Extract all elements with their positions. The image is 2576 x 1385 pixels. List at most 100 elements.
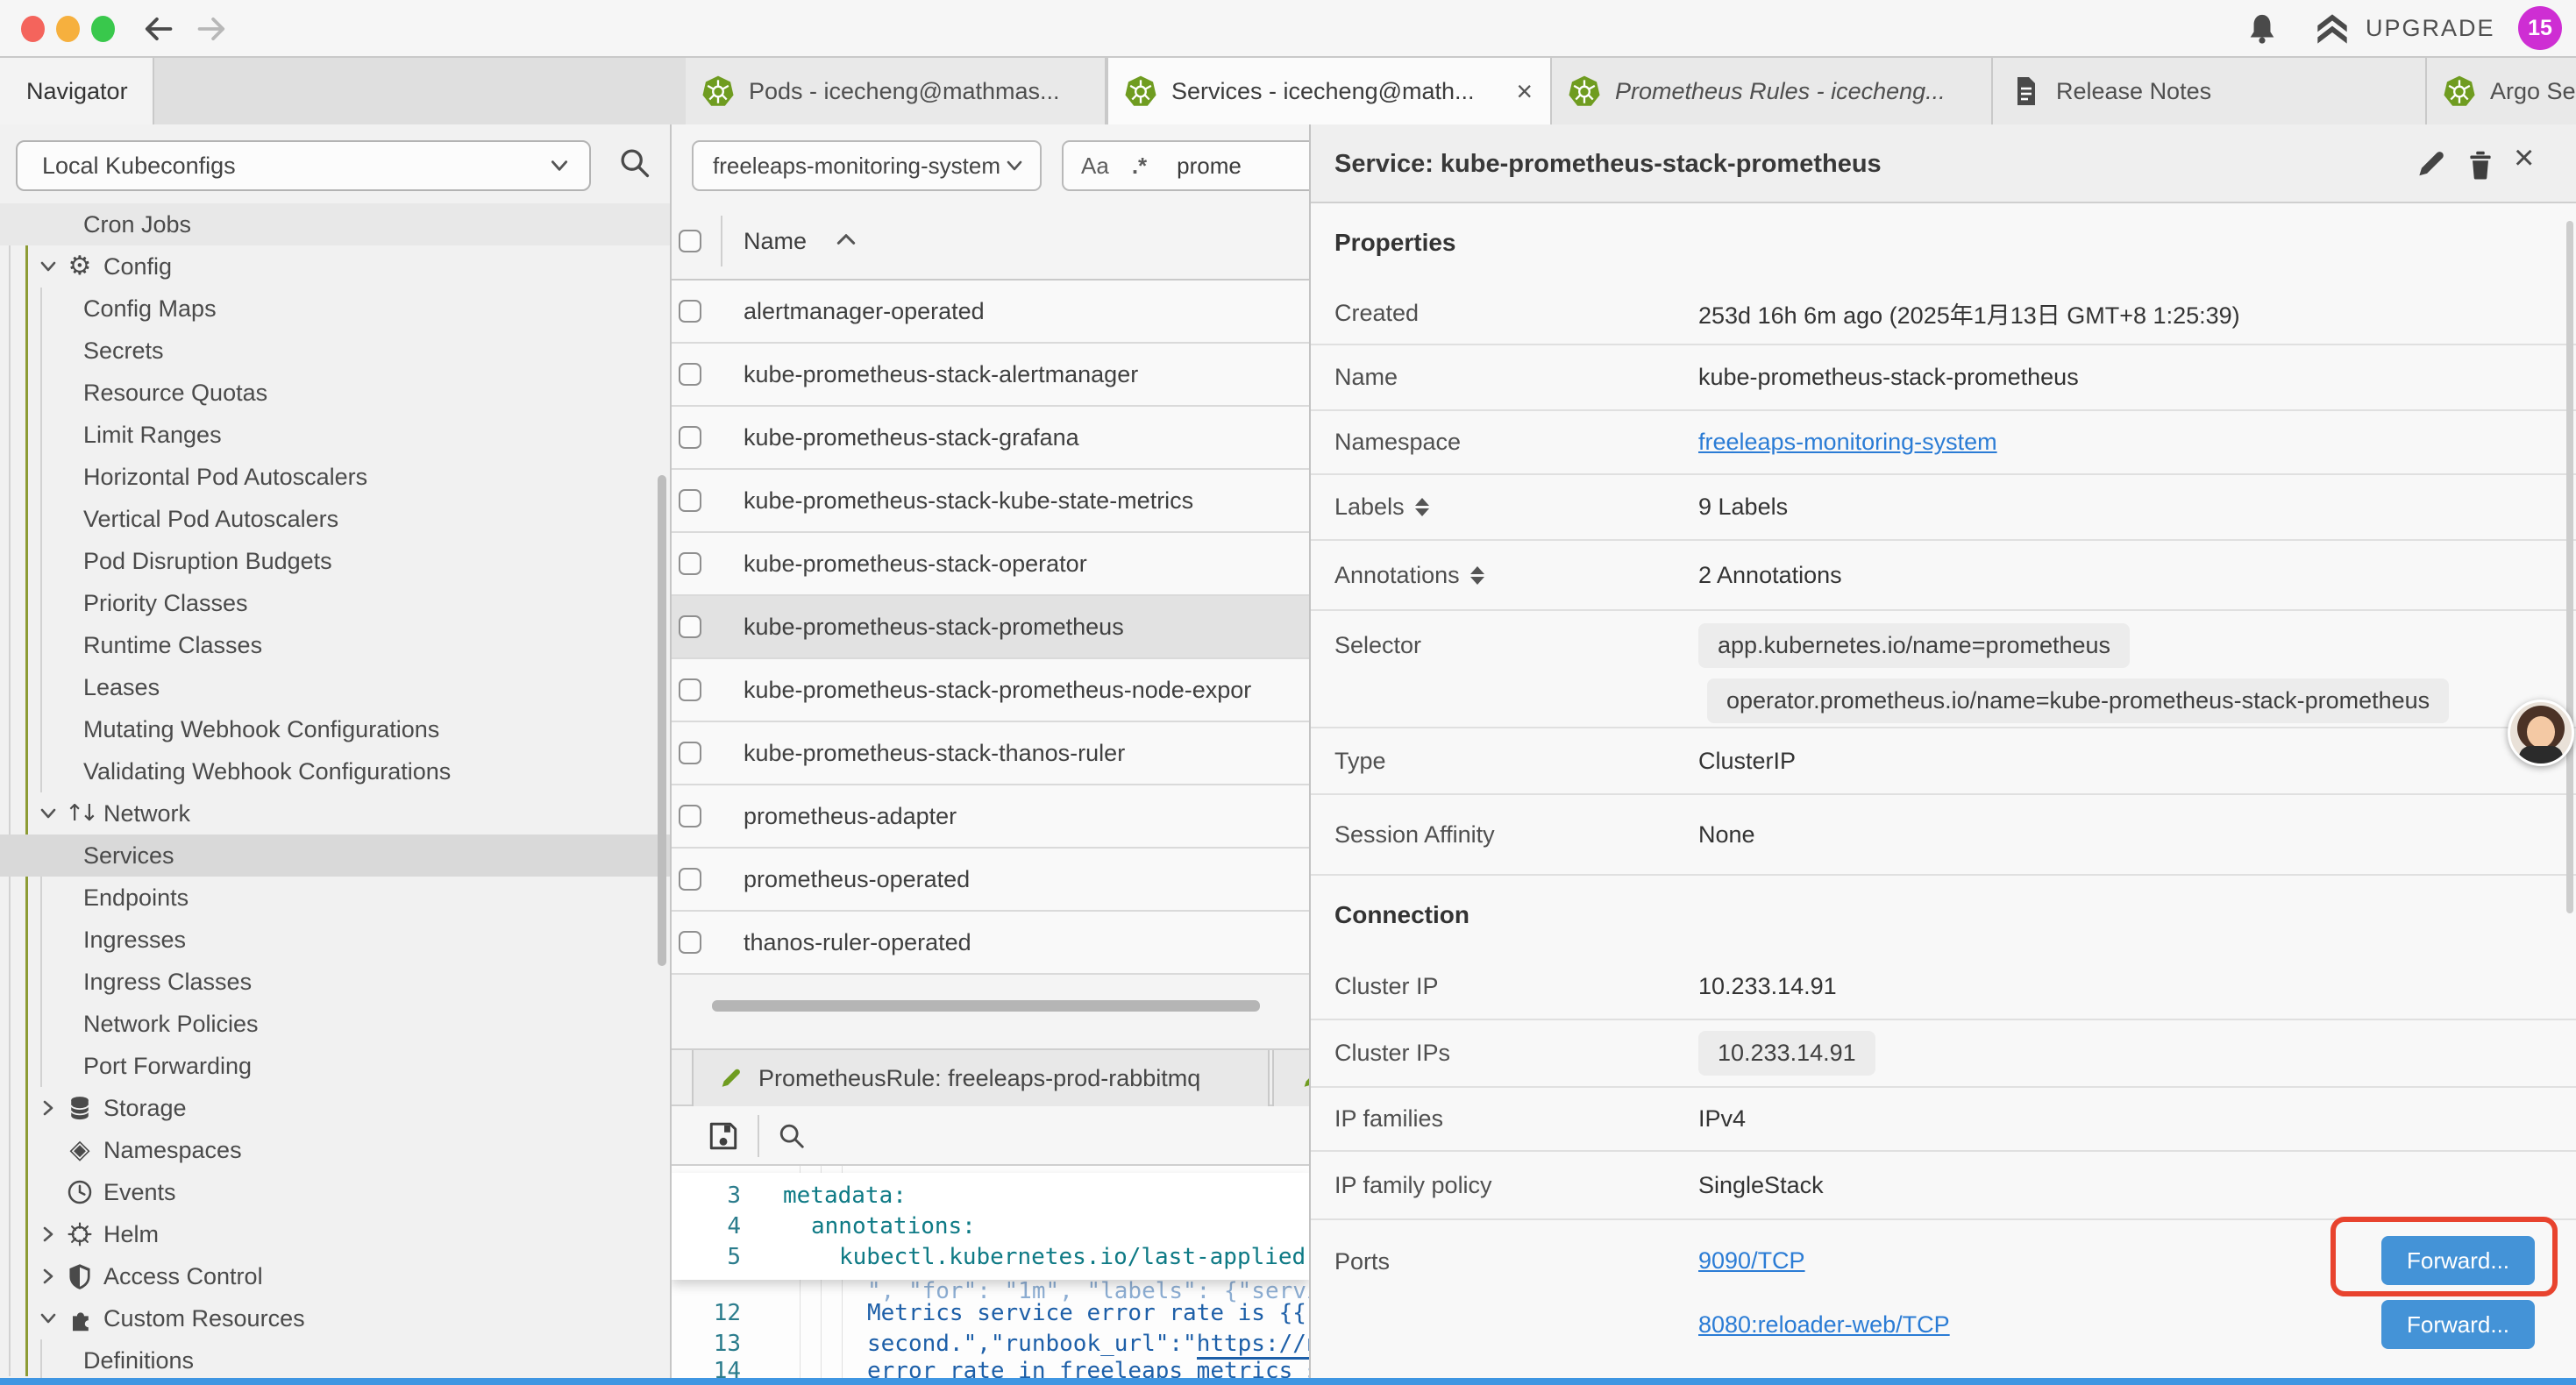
table-row[interactable]: kube-prometheus-stack-thanos-ruler [672, 722, 1309, 785]
editor-search-icon[interactable] [777, 1121, 807, 1151]
editor-tab-prometheusrule[interactable]: PrometheusRule: freeleaps-prod-rabbitmq [692, 1050, 1270, 1106]
row-checkbox[interactable] [679, 489, 701, 512]
sidebar-item-ingress-classes[interactable]: Ingress Classes [0, 961, 672, 1003]
column-header-name[interactable]: Name [744, 202, 807, 281]
back-arrow-icon[interactable] [140, 11, 175, 46]
sidebar-group-storage[interactable]: Storage [0, 1087, 672, 1129]
sidebar-group-access-control[interactable]: Access Control [0, 1255, 672, 1297]
detail-row-ip-families: IP families IPv4 [1311, 1088, 2576, 1152]
upgrade-button[interactable]: UPGRADE [2366, 0, 2495, 56]
sidebar-item-endpoints[interactable]: Endpoints [0, 877, 672, 919]
port-9090-link[interactable]: 9090/TCP [1698, 1247, 1805, 1275]
select-all-checkbox[interactable] [679, 230, 701, 252]
row-checkbox[interactable] [679, 678, 701, 701]
regex-toggle[interactable]: .* [1132, 153, 1147, 180]
row-checkbox[interactable] [679, 931, 701, 954]
port-8080-link[interactable]: 8080:reloader-web/TCP [1698, 1311, 1950, 1339]
close-tab-icon[interactable]: × [1516, 77, 1533, 105]
close-window-button[interactable] [21, 16, 45, 42]
sidebar-group-helm[interactable]: Helm [0, 1213, 672, 1255]
table-row-selected[interactable]: kube-prometheus-stack-prometheus [672, 596, 1309, 659]
sidebar-item-events[interactable]: Events [0, 1171, 672, 1213]
sidebar-item-namespaces[interactable]: ◈ Namespaces [0, 1129, 672, 1171]
sidebar-item-config-maps[interactable]: Config Maps [0, 288, 672, 330]
namespaces-diamond-icon: ◈ [65, 1135, 95, 1165]
forward-arrow-icon[interactable] [195, 11, 230, 46]
sidebar-scrollbar[interactable] [658, 475, 666, 966]
edit-pencil-icon[interactable] [2414, 147, 2447, 181]
horizontal-scrollbar[interactable] [712, 1000, 1260, 1012]
tab-argo[interactable]: Argo Se [2427, 58, 2576, 124]
delete-trash-icon[interactable] [2464, 147, 2497, 181]
sidebar-item-services-selected[interactable]: Services [0, 835, 672, 877]
tab-prometheus-rules[interactable]: Prometheus Rules - icecheng... [1552, 58, 1993, 124]
table-row[interactable]: kube-prometheus-stack-alertmanager [672, 344, 1309, 407]
sidebar-item-resource-quotas[interactable]: Resource Quotas [0, 372, 672, 414]
sidebar-group-custom-resources[interactable]: Custom Resources [0, 1297, 672, 1339]
maximize-window-button[interactable] [91, 16, 115, 42]
sort-ascending-icon[interactable] [835, 231, 857, 247]
table-row[interactable]: prometheus-adapter [672, 785, 1309, 849]
row-checkbox[interactable] [679, 742, 701, 764]
row-checkbox[interactable] [679, 426, 701, 449]
search-icon[interactable] [617, 146, 652, 181]
expand-collapse-icon[interactable] [1470, 566, 1484, 585]
row-checkbox[interactable] [679, 363, 701, 386]
sidebar-group-config[interactable]: ⚙ Config [0, 245, 672, 288]
sidebar-group-network[interactable]: ↑↓ Network [0, 792, 672, 835]
sidebar-item-network-policies[interactable]: Network Policies [0, 1003, 672, 1045]
namespace-select[interactable]: freeleaps-monitoring-system [692, 140, 1042, 191]
sidebar-item-leases[interactable]: Leases [0, 666, 672, 708]
sidebar-item-validating-webhook-configurations[interactable]: Validating Webhook Configurations [0, 750, 672, 792]
expand-collapse-icon[interactable] [1415, 498, 1429, 516]
tab-release-notes[interactable]: Release Notes [1993, 58, 2427, 124]
forward-port-button[interactable]: Forward... [2381, 1300, 2535, 1349]
line-number: 12 [672, 1300, 741, 1326]
notifications-bell-icon[interactable] [2245, 11, 2280, 47]
editor-tab-next[interactable] [1272, 1050, 1309, 1106]
row-checkbox[interactable] [679, 805, 701, 827]
detail-scrollbar[interactable] [2566, 221, 2573, 913]
user-avatar[interactable] [2508, 700, 2574, 766]
sidebar-item-definitions[interactable]: Definitions [0, 1339, 672, 1380]
sidebar-item-port-forwarding[interactable]: Port Forwarding [0, 1045, 672, 1087]
match-case-toggle[interactable]: Aa [1081, 153, 1109, 180]
upgrade-icon[interactable] [2313, 11, 2352, 46]
sidebar-item-runtime-classes[interactable]: Runtime Classes [0, 624, 672, 666]
sidebar-item-priority-classes[interactable]: Priority Classes [0, 582, 672, 624]
save-icon[interactable] [707, 1119, 740, 1153]
row-checkbox[interactable] [679, 868, 701, 891]
table-row[interactable]: kube-prometheus-stack-kube-state-metrics [672, 470, 1309, 533]
detail-row-session-affinity: Session Affinity None [1311, 795, 2576, 876]
sidebar-item-limit-ranges[interactable]: Limit Ranges [0, 414, 672, 456]
sidebar-item-pod-disruption-budgets[interactable]: Pod Disruption Budgets [0, 540, 672, 582]
table-row[interactable]: thanos-ruler-operated [672, 912, 1309, 975]
close-panel-icon[interactable]: × [2514, 140, 2547, 174]
sidebar-item-mutating-webhook-configurations[interactable]: Mutating Webhook Configurations [0, 708, 672, 750]
filter-search-input[interactable]: Aa .* prome [1062, 140, 1309, 191]
row-checkbox[interactable] [679, 552, 701, 575]
tab-pods[interactable]: Pods - icecheng@mathmas... [686, 58, 1107, 124]
tab-services-active[interactable]: Services - icecheng@math... × [1107, 58, 1552, 124]
yaml-editor[interactable]: ", "for": "1m", "labels": {"service": 3m… [672, 1166, 1309, 1380]
services-list-panel: freeleaps-monitoring-system Aa .* prome … [672, 124, 1309, 1380]
minimize-window-button[interactable] [56, 16, 80, 42]
notification-count-badge[interactable]: 15 [2518, 6, 2562, 50]
sidebar-item-secrets[interactable]: Secrets [0, 330, 672, 372]
row-checkbox[interactable] [679, 300, 701, 323]
table-row[interactable]: prometheus-operated [672, 849, 1309, 912]
sidebar-item-cron-jobs[interactable]: Cron Jobs [0, 203, 672, 245]
sidebar-item-vertical-pod-autoscalers[interactable]: Vertical Pod Autoscalers [0, 498, 672, 540]
kubeconfig-select[interactable]: Local Kubeconfigs [16, 140, 591, 191]
row-checkbox[interactable] [679, 615, 701, 638]
tab-navigator[interactable]: Navigator [0, 58, 154, 124]
table-row[interactable]: kube-prometheus-stack-operator [672, 533, 1309, 596]
runbook-url-link[interactable]: https://net [1197, 1331, 1309, 1360]
table-row[interactable]: alertmanager-operated [672, 281, 1309, 344]
table-row[interactable]: kube-prometheus-stack-prometheus-node-ex… [672, 659, 1309, 722]
namespace-link[interactable]: freeleaps-monitoring-system [1698, 429, 1997, 456]
sidebar-item-horizontal-pod-autoscalers[interactable]: Horizontal Pod Autoscalers [0, 456, 672, 498]
sidebar-item-ingresses[interactable]: Ingresses [0, 919, 672, 961]
resource-tree: Cron Jobs ⚙ Config Config Maps Secrets R… [0, 203, 672, 1380]
table-row[interactable]: kube-prometheus-stack-grafana [672, 407, 1309, 470]
